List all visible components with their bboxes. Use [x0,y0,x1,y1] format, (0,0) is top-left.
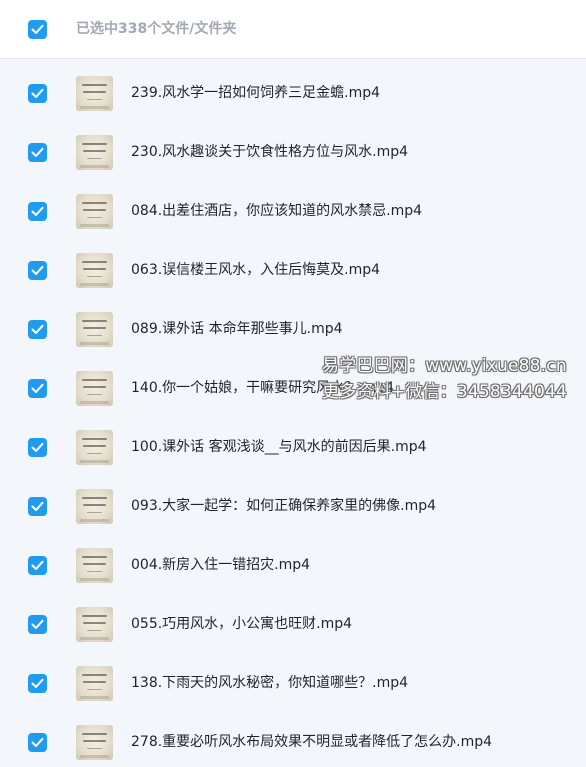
file-checkbox[interactable] [28,733,47,752]
watermark-text: 易学巴巴网：www.yixue88.cn 更多资料+微信：3458344044 [322,353,567,405]
file-name: 138.下雨天的风水秘密，你知道哪些？.mp4 [131,675,409,691]
watermark-line-2: 更多资料+微信：3458344044 [322,382,568,402]
file-checkbox[interactable] [28,84,47,103]
file-row[interactable]: 239.风水学一招如何饲养三足金蟾.mp4 [0,59,586,118]
check-icon [31,383,44,393]
video-thumbnail [76,194,113,229]
file-checkbox[interactable] [28,497,47,516]
file-name: 230.风水趣谈关于饮食性格方位与风水.mp4 [131,144,409,160]
file-checkbox[interactable] [28,438,47,457]
file-name: 093.大家一起学：如何正确保养家里的佛像.mp4 [131,498,437,514]
video-thumbnail [76,548,113,583]
select-all-checkbox[interactable] [28,20,47,39]
selected-count-label: 已选中338个文件/文件夹 [76,21,237,37]
file-row[interactable]: 089.课外话 本命年那些事儿.mp4 [0,295,586,354]
video-thumbnail [76,371,113,406]
video-thumbnail [76,430,113,465]
check-icon [31,147,44,157]
file-checkbox[interactable] [28,320,47,339]
file-row[interactable]: 004.新房入住一错招灾.mp4 [0,531,586,590]
check-icon [31,88,44,98]
check-icon [31,206,44,216]
file-checkbox[interactable] [28,674,47,693]
selection-header: 已选中338个文件/文件夹 [0,0,586,59]
file-name: 063.误信楼王风水，入住后悔莫及.mp4 [131,262,381,278]
file-row[interactable]: 084.出差住酒店，你应该知道的风水禁忌.mp4 [0,177,586,236]
check-icon [31,442,44,452]
file-name: 278.重要必听风水布局效果不明显或者降低了怎么办.mp4 [131,734,493,750]
file-row[interactable]: 230.风水趣谈关于饮食性格方位与风水.mp4 [0,118,586,177]
file-checkbox[interactable] [28,261,47,280]
check-icon [31,737,44,747]
file-name: 239.风水学一招如何饲养三足金蟾.mp4 [131,85,381,101]
file-row[interactable]: 063.误信楼王风水，入住后悔莫及.mp4 [0,236,586,295]
check-icon [31,501,44,511]
file-row[interactable]: 055.巧用风水，小公寓也旺财.mp4 [0,590,586,649]
check-icon [31,619,44,629]
file-checkbox[interactable] [28,202,47,221]
check-icon [31,678,44,688]
file-checkbox[interactable] [28,556,47,575]
check-icon [31,560,44,570]
file-checkbox[interactable] [28,143,47,162]
video-thumbnail [76,666,113,701]
file-checkbox[interactable] [28,379,47,398]
video-thumbnail [76,489,113,524]
video-thumbnail [76,135,113,170]
file-checkbox[interactable] [28,615,47,634]
file-name: 004.新房入住一错招灾.mp4 [131,557,311,573]
file-name: 084.出差住酒店，你应该知道的风水禁忌.mp4 [131,203,423,219]
file-row[interactable]: 100.课外话 客观浅谈__与风水的前因后果.mp4 [0,413,586,472]
video-thumbnail [76,253,113,288]
file-name: 089.课外话 本命年那些事儿.mp4 [131,321,343,337]
video-thumbnail [76,607,113,642]
video-thumbnail [76,76,113,111]
file-row[interactable]: 278.重要必听风水布局效果不明显或者降低了怎么办.mp4 [0,708,586,767]
file-name: 100.课外话 客观浅谈__与风水的前因后果.mp4 [131,439,427,455]
video-thumbnail [76,312,113,347]
check-icon [31,324,44,334]
file-name: 055.巧用风水，小公寓也旺财.mp4 [131,616,353,632]
check-icon [31,24,44,34]
watermark-line-1: 易学巴巴网：www.yixue88.cn [322,356,567,376]
file-row[interactable]: 138.下雨天的风水秘密，你知道哪些？.mp4 [0,649,586,708]
video-thumbnail [76,725,113,760]
check-icon [31,265,44,275]
file-row[interactable]: 093.大家一起学：如何正确保养家里的佛像.mp4 [0,472,586,531]
